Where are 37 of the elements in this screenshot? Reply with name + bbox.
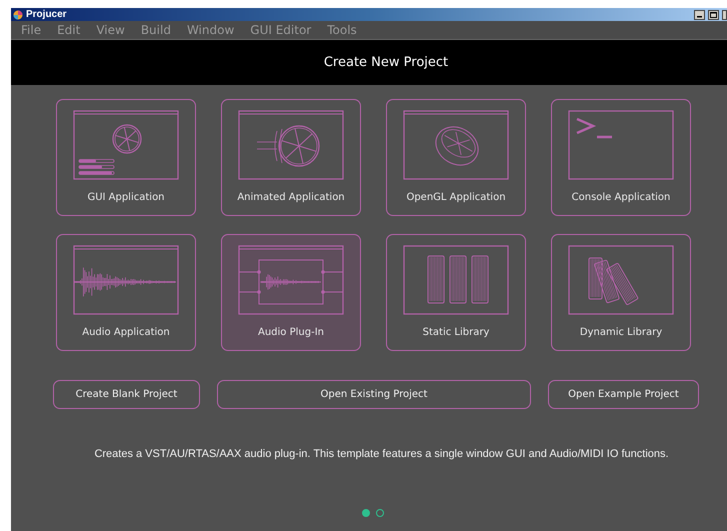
page-dot[interactable] (362, 509, 370, 517)
template-label: Audio Application (82, 327, 170, 338)
project-button[interactable]: Open Existing Project (217, 380, 531, 409)
plugin-waveform-icon (237, 244, 345, 316)
project-button[interactable]: Create Blank Project (53, 380, 200, 409)
citrus-slice-icon (402, 109, 510, 181)
page-title: Create New Project (324, 55, 448, 70)
template-label: Console Application (572, 192, 670, 203)
template-label: GUI Application (87, 192, 165, 203)
template-card[interactable]: Console Application (551, 99, 691, 216)
window-title: Projucer (26, 9, 68, 20)
template-card[interactable]: Dynamic Library (551, 234, 691, 351)
template-card[interactable]: Animated Application (221, 99, 361, 216)
close-button[interactable] (722, 10, 727, 20)
template-label: Animated Application (237, 192, 345, 203)
template-label: Audio Plug-In (258, 327, 324, 338)
template-card[interactable]: Static Library (386, 234, 526, 351)
minimize-button[interactable] (694, 10, 705, 20)
terminal-prompt-icon (567, 109, 675, 181)
template-label: Static Library (422, 327, 490, 338)
template-label: OpenGL Application (406, 192, 506, 203)
template-card[interactable]: OpenGL Application (386, 99, 526, 216)
page-dot[interactable] (376, 509, 384, 517)
template-card[interactable]: Audio Application (56, 234, 196, 351)
app-logo-icon (13, 10, 23, 20)
template-card[interactable]: Audio Plug-In (221, 234, 361, 351)
template-description: Creates a VST/AU/RTAS/AAX audio plug-in. This template features a single window GUI and Audio/MIDI IO functions. (93, 448, 670, 460)
books-icon (402, 244, 510, 316)
template-card[interactable]: GUI Application (56, 99, 196, 216)
maximize-icon (710, 12, 717, 18)
leaning-books-icon (567, 244, 675, 316)
window-wheel-icon (72, 109, 180, 181)
maximize-button[interactable] (708, 10, 719, 20)
project-button[interactable]: Open Example Project (548, 380, 699, 409)
spinning-wheel-icon (237, 109, 345, 181)
waveform-icon (72, 244, 180, 316)
template-label: Dynamic Library (580, 327, 662, 338)
